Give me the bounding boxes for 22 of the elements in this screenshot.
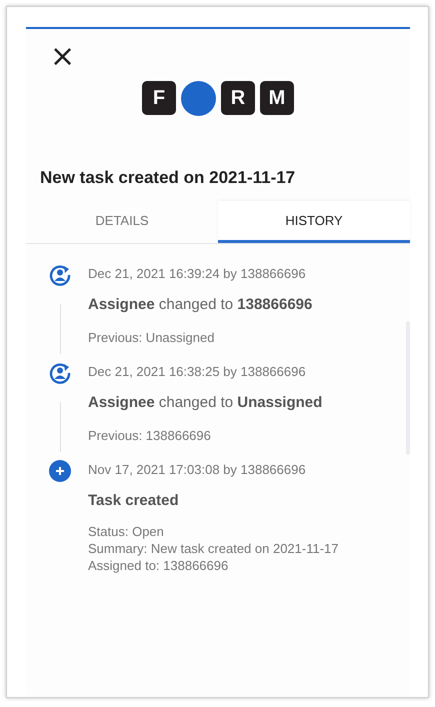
logo-letter: R (221, 81, 255, 115)
entry-detail: Status: Open (88, 523, 165, 540)
entry-headline: Assignee changed to Unassigned (88, 393, 324, 413)
entry-timestamp: Nov 17, 2021 17:03:08 by 138866696 (88, 461, 307, 479)
entry-headline: Task created (88, 491, 180, 511)
entry-timestamp: Dec 21, 2021 16:38:25 by 138866696 (88, 363, 307, 381)
logo-dot (181, 81, 216, 116)
entry-detail: Assigned to: 138866696 (88, 557, 230, 574)
plus-icon (49, 460, 71, 482)
close-button[interactable]: × (46, 43, 80, 71)
entry-detail: Summary: New task created on 2021-11-17 (88, 540, 340, 557)
task-title: New task created on 2021-11-17 (40, 168, 296, 188)
logo-letter: M (260, 81, 294, 115)
tab[interactable]: HISTORY (218, 201, 410, 243)
logo-letter: F (142, 81, 176, 115)
tab[interactable]: DETAILS (26, 201, 218, 243)
user-sync-icon (49, 264, 71, 286)
entry-detail: Previous: 138866696 (88, 427, 212, 444)
entry-detail: Previous: Unassigned (88, 329, 216, 346)
entry-headline: Assignee changed to 138866696 (88, 295, 314, 315)
entry-timestamp: Dec 21, 2021 16:39:24 by 138866696 (88, 265, 307, 283)
user-sync-icon (49, 362, 71, 384)
